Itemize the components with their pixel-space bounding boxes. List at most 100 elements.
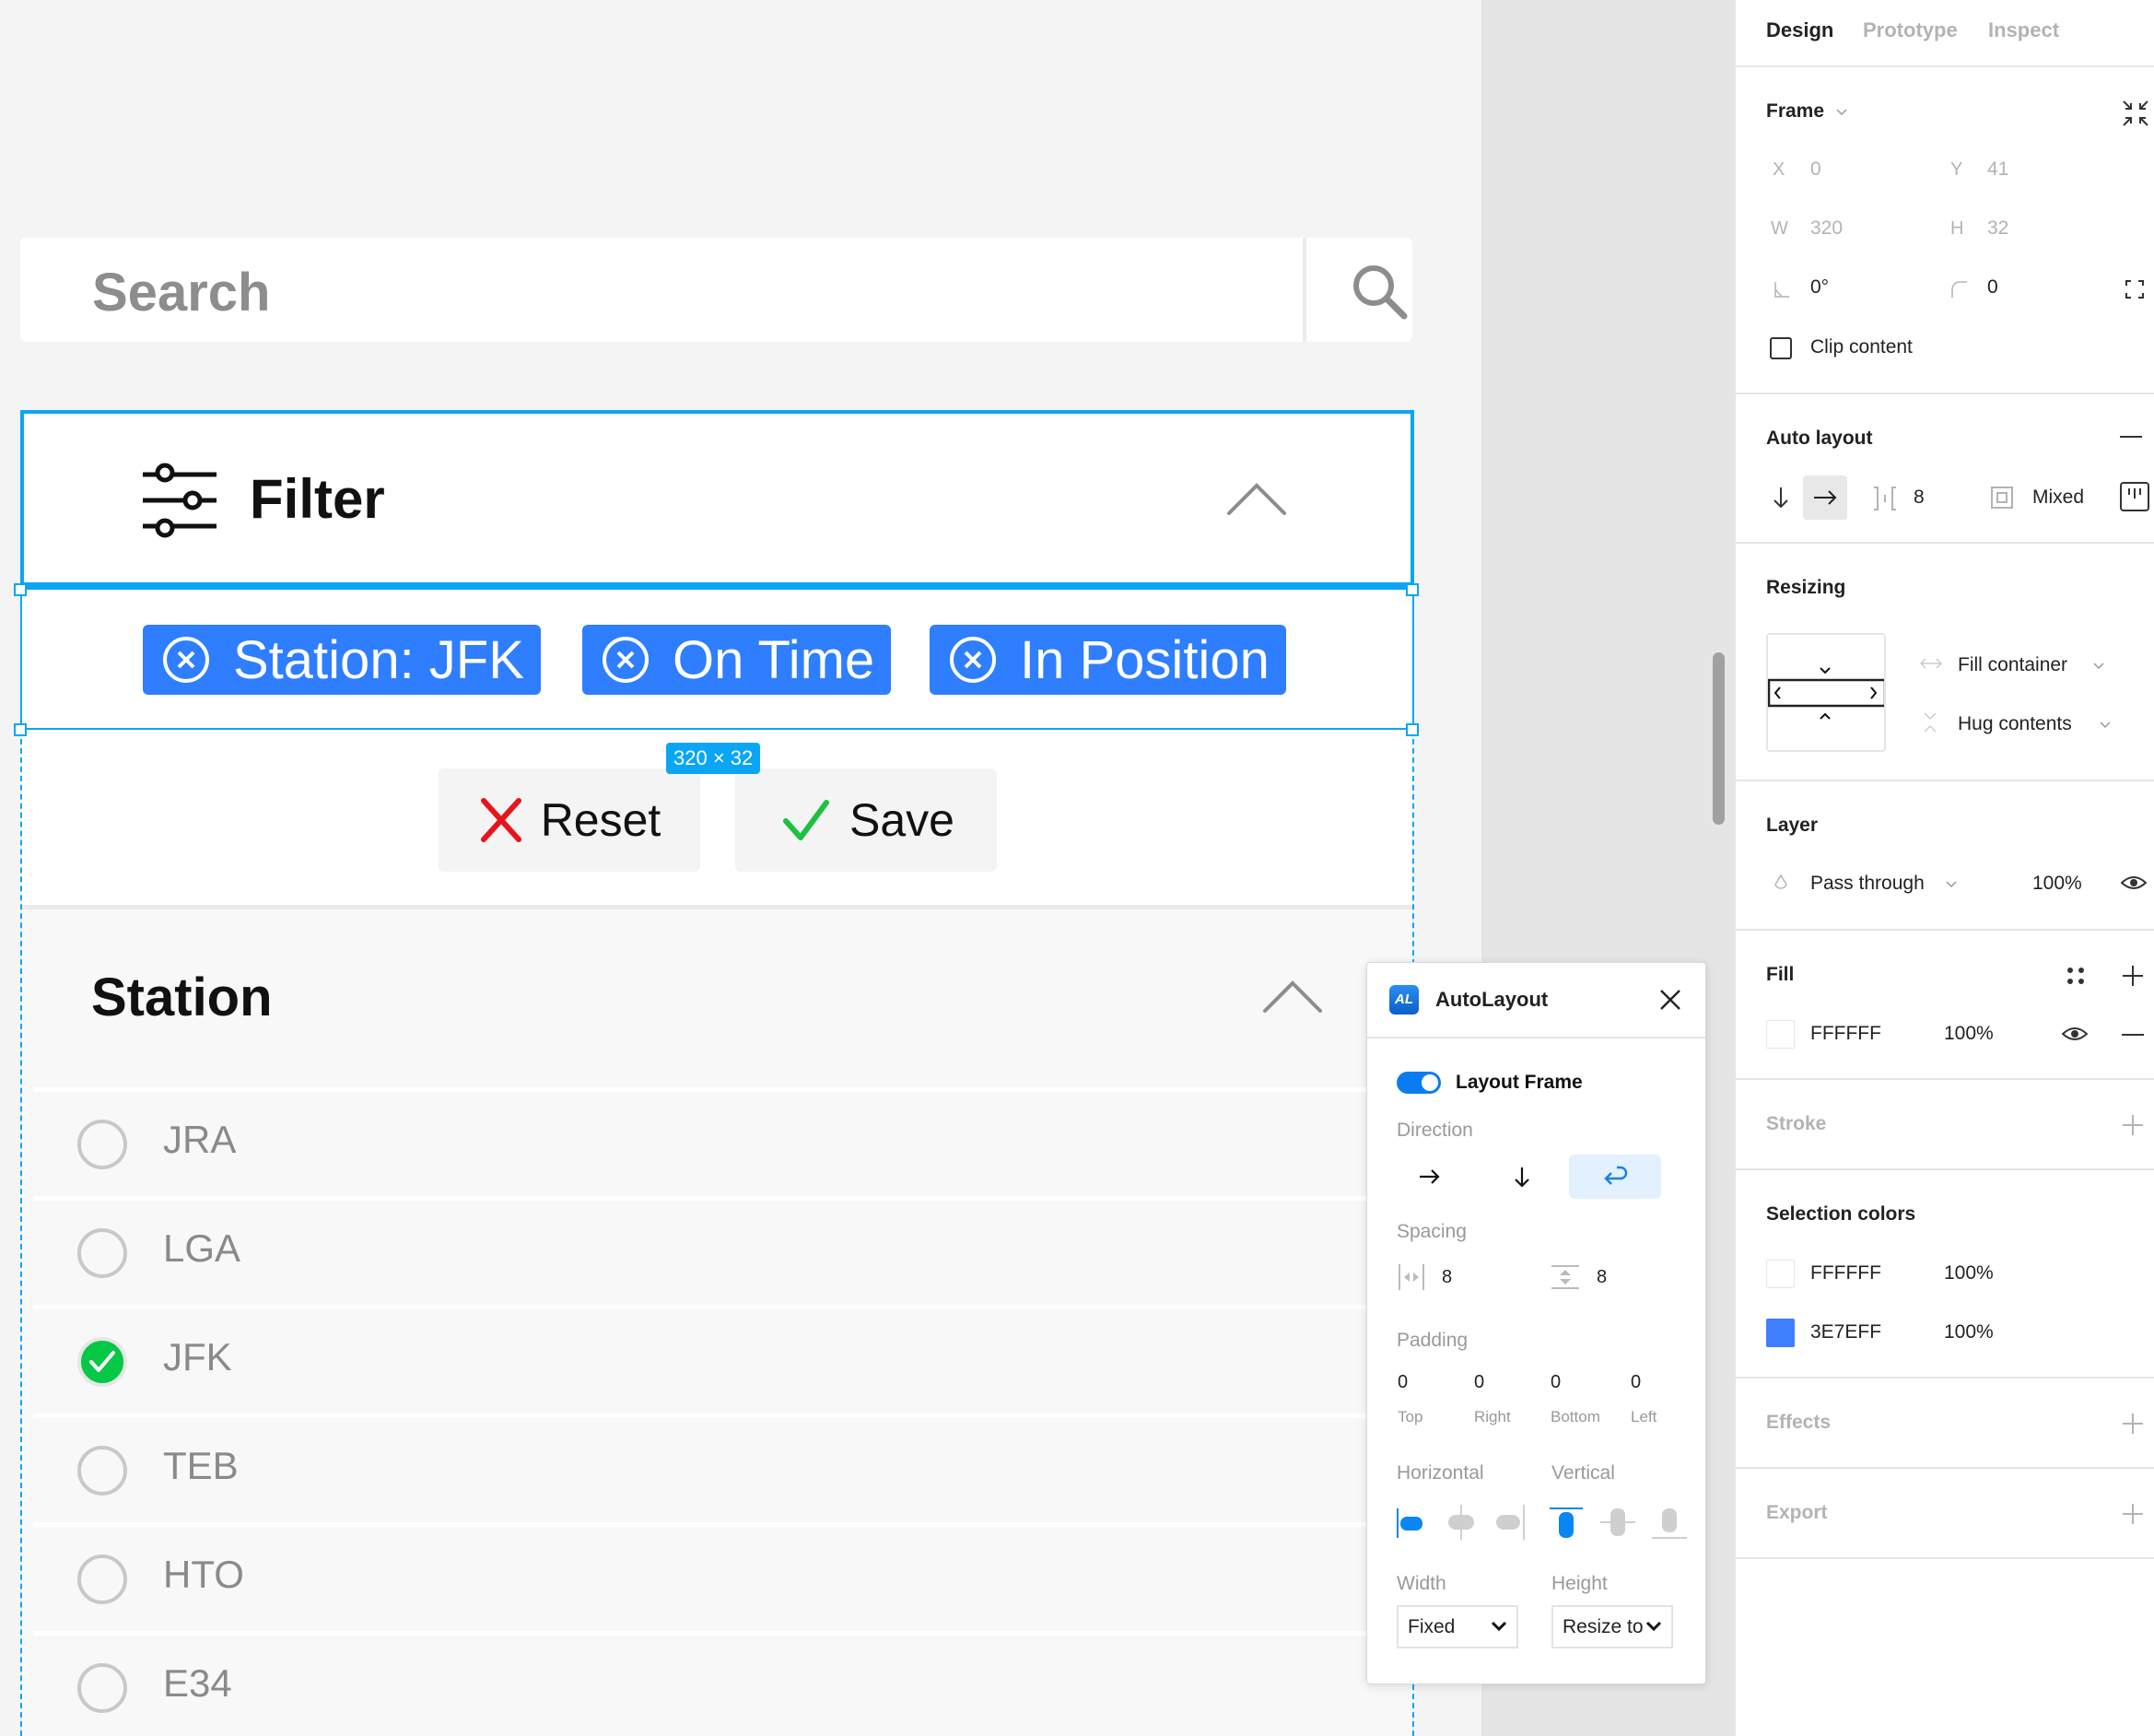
search-input[interactable]: Search (92, 262, 270, 323)
clip-content-checkbox[interactable] (1770, 337, 1792, 359)
horizontal-spacing-value[interactable]: 8 (1442, 1267, 1452, 1288)
list-item[interactable]: LGA (33, 1196, 1414, 1299)
selection-color-hex[interactable]: FFFFFF (1810, 1262, 1881, 1284)
filter-chip[interactable]: In Position (930, 625, 1286, 695)
close-circle-icon[interactable] (948, 635, 998, 685)
direction-horizontal-button[interactable] (1803, 475, 1847, 520)
minus-icon[interactable] (2122, 1033, 2144, 1037)
align-left-icon[interactable] (1397, 1507, 1428, 1540)
effects-section: Effects (1736, 1378, 2154, 1469)
search-icon[interactable] (1349, 261, 1410, 322)
selection-color-opacity[interactable]: 100% (1944, 1321, 1994, 1343)
padding-field[interactable]: Mixed (2032, 487, 2084, 509)
padding-left-value[interactable]: 0 (1631, 1372, 1641, 1393)
list-item[interactable]: HTO (33, 1522, 1414, 1625)
frame-title[interactable]: Frame (1766, 100, 1824, 123)
arrow-down-icon[interactable] (1773, 487, 1789, 509)
width-select[interactable]: Fixed (1397, 1605, 1518, 1648)
remove-icon[interactable] (2120, 435, 2142, 439)
align-center-v-icon[interactable] (1600, 1507, 1635, 1540)
design-canvas[interactable]: Search Filter Station: JFK On Time In Po… (0, 0, 1481, 1736)
tab-prototype[interactable]: Prototype (1863, 18, 1958, 42)
plus-icon[interactable] (2122, 1503, 2144, 1525)
close-circle-icon[interactable] (161, 635, 211, 685)
radio-button[interactable] (77, 1663, 127, 1713)
height-select[interactable]: Resize to (1551, 1605, 1673, 1648)
style-grid-icon[interactable] (2066, 966, 2086, 986)
x-field[interactable]: 0 (1810, 158, 1821, 181)
list-item[interactable]: JRA (33, 1087, 1414, 1191)
selection-color-swatch[interactable] (1766, 1260, 1795, 1288)
direction-wrap-button[interactable] (1569, 1155, 1661, 1199)
plus-icon[interactable] (2122, 965, 2144, 987)
fill-hex-field[interactable]: FFFFFF (1810, 1023, 1881, 1045)
vertical-spacing-value[interactable]: 8 (1597, 1267, 1607, 1288)
resize-handle[interactable] (14, 583, 27, 596)
chevron-down-icon[interactable] (2092, 662, 2105, 671)
sliders-icon (143, 463, 217, 538)
layer-opacity-field[interactable]: 100% (2032, 873, 2082, 895)
align-top-icon[interactable] (1549, 1507, 1584, 1540)
item-spacing-field[interactable]: 8 (1914, 487, 1925, 509)
align-right-icon[interactable] (1494, 1505, 1526, 1540)
list-item[interactable]: JFK (33, 1305, 1414, 1408)
reset-button[interactable]: Reset (439, 768, 700, 872)
chevron-down-icon[interactable] (1835, 108, 1848, 117)
radio-button[interactable] (77, 1228, 127, 1278)
align-center-h-icon[interactable] (1446, 1505, 1477, 1540)
search-bar[interactable]: Search (20, 238, 1412, 342)
direction-horizontal-button[interactable] (1383, 1155, 1475, 1199)
layout-frame-toggle[interactable] (1397, 1072, 1441, 1094)
filter-header[interactable]: Filter (20, 410, 1414, 588)
alignment-icon[interactable] (2120, 482, 2149, 511)
direction-vertical-button[interactable] (1476, 1155, 1568, 1199)
independent-corners-icon[interactable] (2125, 279, 2145, 299)
list-item[interactable]: TEB (33, 1413, 1414, 1517)
resize-handle[interactable] (14, 723, 27, 736)
chevron-up-icon[interactable] (1262, 978, 1323, 1015)
resize-handle[interactable] (1406, 583, 1419, 596)
plus-icon[interactable] (2122, 1413, 2144, 1435)
radio-button[interactable] (77, 1120, 127, 1169)
list-item[interactable]: E34 (33, 1631, 1414, 1734)
radius-field[interactable]: 0 (1987, 276, 1998, 299)
rotation-field[interactable]: 0° (1810, 276, 1829, 299)
tab-inspect[interactable]: Inspect (1988, 18, 2059, 42)
chevron-up-icon[interactable] (1226, 480, 1287, 517)
save-button[interactable]: Save (735, 768, 997, 872)
padding-top-value[interactable]: 0 (1398, 1372, 1408, 1393)
y-field[interactable]: 41 (1987, 158, 2008, 181)
fill-swatch[interactable] (1766, 1020, 1795, 1049)
selection-color-hex[interactable]: 3E7EFF (1810, 1321, 1881, 1343)
resize-handle[interactable] (1406, 723, 1419, 736)
close-icon[interactable] (1658, 988, 1682, 1012)
eye-icon[interactable] (2062, 1025, 2088, 1043)
radio-button[interactable] (77, 1446, 127, 1496)
close-circle-icon[interactable] (601, 635, 650, 685)
w-field[interactable]: 320 (1810, 217, 1843, 240)
padding-bottom-value[interactable]: 0 (1551, 1372, 1561, 1393)
filter-chip[interactable]: On Time (582, 625, 892, 695)
align-bottom-icon[interactable] (1652, 1507, 1687, 1540)
selection-color-opacity[interactable]: 100% (1944, 1262, 1994, 1284)
tab-design[interactable]: Design (1766, 18, 1833, 42)
selection-color-swatch[interactable] (1766, 1319, 1795, 1347)
horizontal-resizing-select[interactable]: Fill container (1958, 654, 2067, 676)
blend-mode-icon (1774, 874, 1787, 889)
plus-icon[interactable] (2122, 1114, 2144, 1136)
filter-chips-frame[interactable]: Station: JFK On Time In Position (20, 588, 1414, 730)
vertical-resizing-select[interactable]: Hug contents (1958, 713, 2072, 735)
canvas-scrollbar[interactable] (1713, 652, 1725, 825)
fill-opacity-field[interactable]: 100% (1944, 1023, 1994, 1045)
eye-icon[interactable] (2121, 874, 2147, 892)
filter-chip[interactable]: Station: JFK (143, 625, 541, 695)
padding-right-value[interactable]: 0 (1474, 1372, 1484, 1393)
radio-button-checked[interactable] (77, 1337, 127, 1387)
blend-mode-select[interactable]: Pass through (1810, 873, 1925, 895)
resizing-preview[interactable] (1766, 633, 1886, 752)
chevron-down-icon[interactable] (2099, 721, 2112, 730)
h-field[interactable]: 32 (1987, 217, 2008, 240)
collapse-icon[interactable] (2121, 99, 2150, 128)
chevron-down-icon[interactable] (1945, 880, 1958, 889)
radio-button[interactable] (77, 1554, 127, 1604)
